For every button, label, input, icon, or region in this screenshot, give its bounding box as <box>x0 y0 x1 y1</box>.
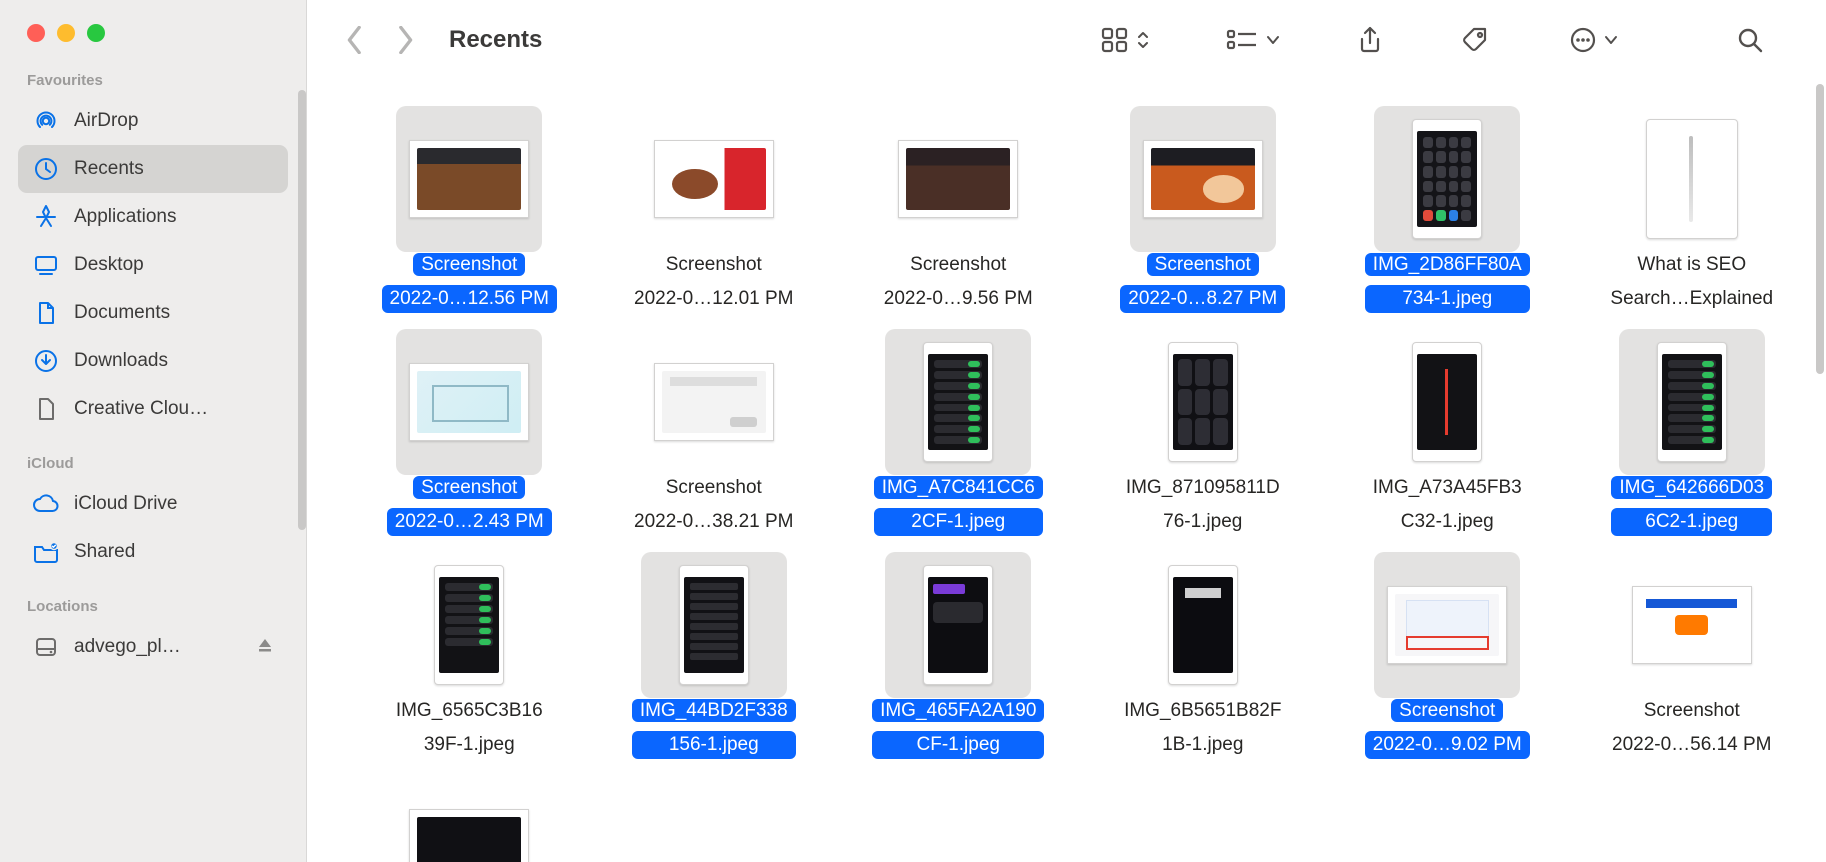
file-thumbnail <box>396 106 542 252</box>
sidebar-item-label: Shared <box>74 541 274 563</box>
back-button[interactable] <box>335 20 375 60</box>
sidebar-item-recents[interactable]: Recents <box>18 145 288 193</box>
file-grid: Screenshot2022-0…12.56 PMScreenshot2022-… <box>347 106 1814 862</box>
sidebar-item-label: Documents <box>74 302 274 324</box>
sidebar-item-label: AirDrop <box>74 110 274 132</box>
sidebar: Favourites AirDrop Recents Applications Desk… <box>0 0 307 862</box>
file-item[interactable]: IMG_642666D036C2-1.jpeg <box>1585 329 1799 536</box>
cloud-icon <box>32 490 60 518</box>
window-controls <box>0 0 306 42</box>
file-item[interactable]: IMG_6B5651B82F1B-1.jpeg <box>1096 552 1310 759</box>
actions-button[interactable] <box>1554 18 1632 62</box>
file-item[interactable]: What is SEOSearch…Explained <box>1585 106 1799 313</box>
file-thumbnail <box>1374 329 1520 475</box>
file-thumbnail <box>885 106 1031 252</box>
close-window-button[interactable] <box>27 24 45 42</box>
sidebar-scrollbar[interactable] <box>298 90 306 530</box>
file-thumbnail <box>1619 106 1765 252</box>
file-item[interactable]: IMG_2D86FF80A734-1.jpeg <box>1340 106 1554 313</box>
file-thumbnail <box>1130 106 1276 252</box>
file-thumbnail <box>885 329 1031 475</box>
sidebar-item-applications[interactable]: Applications <box>18 193 288 241</box>
file-item[interactable]: Screenshot2022-0…8.27 PM <box>1096 106 1310 313</box>
file-thumbnail <box>396 775 542 862</box>
download-icon <box>32 347 60 375</box>
file-item[interactable]: Screenshot2022-0…9.56 PM <box>851 106 1065 313</box>
sidebar-item-iclouddrive[interactable]: iCloud Drive <box>18 480 288 528</box>
sidebar-section-label: Locations <box>0 576 306 623</box>
file-item[interactable]: IMG_465FA2A190CF-1.jpeg <box>851 552 1065 759</box>
share-button[interactable] <box>1342 18 1398 62</box>
sidebar-item-label: Recents <box>74 158 274 180</box>
file-icon <box>32 395 60 423</box>
file-thumbnail <box>641 552 787 698</box>
disk-icon <box>32 633 60 661</box>
sidebar-item-airdrop[interactable]: AirDrop <box>18 97 288 145</box>
file-item[interactable]: Screenshot2022-0…56.14 PM <box>1585 552 1799 759</box>
file-item[interactable]: IMG_A7C841CC62CF-1.jpeg <box>851 329 1065 536</box>
search-button[interactable] <box>1722 18 1778 62</box>
sidebar-item-downloads[interactable]: Downloads <box>18 337 288 385</box>
sidebar-item-label: Applications <box>74 206 274 228</box>
fullscreen-window-button[interactable] <box>87 24 105 42</box>
apps-icon <box>32 203 60 231</box>
file-thumbnail <box>1374 106 1520 252</box>
file-item[interactable]: IMG_6565C3B1639F-1.jpeg <box>362 552 576 759</box>
file-item[interactable]: Screenshot2022-0…9.02 PM <box>1340 552 1554 759</box>
sidebar-item-documents[interactable]: Documents <box>18 289 288 337</box>
group-button[interactable] <box>1214 18 1292 62</box>
file-item[interactable]: IMG_A73A45FB3C32-1.jpeg <box>1340 329 1554 536</box>
sidebar-item-shared[interactable]: Shared <box>18 528 288 576</box>
minimize-window-button[interactable] <box>57 24 75 42</box>
file-thumbnail <box>641 329 787 475</box>
file-item[interactable]: Screenshot2022-0…2.43 PM <box>362 329 576 536</box>
toolbar: Recents <box>307 0 1826 80</box>
shared-folder-icon <box>32 538 60 566</box>
file-item[interactable] <box>362 775 576 862</box>
sidebar-item-label: Creative Clou… <box>74 398 274 420</box>
sidebar-item-label: Desktop <box>74 254 274 276</box>
main-pane: Recents Sc <box>307 0 1826 862</box>
file-item[interactable]: IMG_871095811D76-1.jpeg <box>1096 329 1310 536</box>
sidebar-item-advego[interactable]: advego_pl… <box>18 623 288 671</box>
file-item[interactable]: IMG_44BD2F338156-1.jpeg <box>607 552 821 759</box>
file-thumbnail <box>885 552 1031 698</box>
sidebar-item-label: iCloud Drive <box>74 493 274 515</box>
file-thumbnail <box>396 552 542 698</box>
airdrop-icon <box>32 107 60 135</box>
file-thumbnail <box>1374 552 1520 698</box>
file-thumbnail <box>641 106 787 252</box>
eject-icon[interactable] <box>256 636 274 659</box>
forward-button[interactable] <box>385 20 425 60</box>
sidebar-item-label: Downloads <box>74 350 274 372</box>
file-thumbnail <box>1130 329 1276 475</box>
file-thumbnail <box>396 329 542 475</box>
tags-button[interactable] <box>1448 18 1504 62</box>
clock-icon <box>32 155 60 183</box>
sidebar-item-label: advego_pl… <box>74 636 256 658</box>
file-thumbnail <box>1619 329 1765 475</box>
sidebar-section-label: Favourites <box>0 42 306 97</box>
file-item[interactable]: Screenshot2022-0…12.56 PM <box>362 106 576 313</box>
sidebar-section-label: iCloud <box>0 433 306 480</box>
desktop-icon <box>32 251 60 279</box>
file-thumbnail <box>1130 552 1276 698</box>
sidebar-item-creativecloud[interactable]: Creative Clou… <box>18 385 288 433</box>
file-item[interactable]: Screenshot2022-0…38.21 PM <box>607 329 821 536</box>
content-scrollbar[interactable] <box>1816 84 1824 374</box>
file-item[interactable]: Screenshot2022-0…12.01 PM <box>607 106 821 313</box>
file-thumbnail <box>1619 552 1765 698</box>
finder-window: Favourites AirDrop Recents Applications Desk… <box>0 0 1826 862</box>
document-icon <box>32 299 60 327</box>
sidebar-item-desktop[interactable]: Desktop <box>18 241 288 289</box>
file-grid-area[interactable]: Screenshot2022-0…12.56 PMScreenshot2022-… <box>307 80 1826 862</box>
location-title: Recents <box>449 26 542 54</box>
icon-view-button[interactable] <box>1086 18 1164 62</box>
